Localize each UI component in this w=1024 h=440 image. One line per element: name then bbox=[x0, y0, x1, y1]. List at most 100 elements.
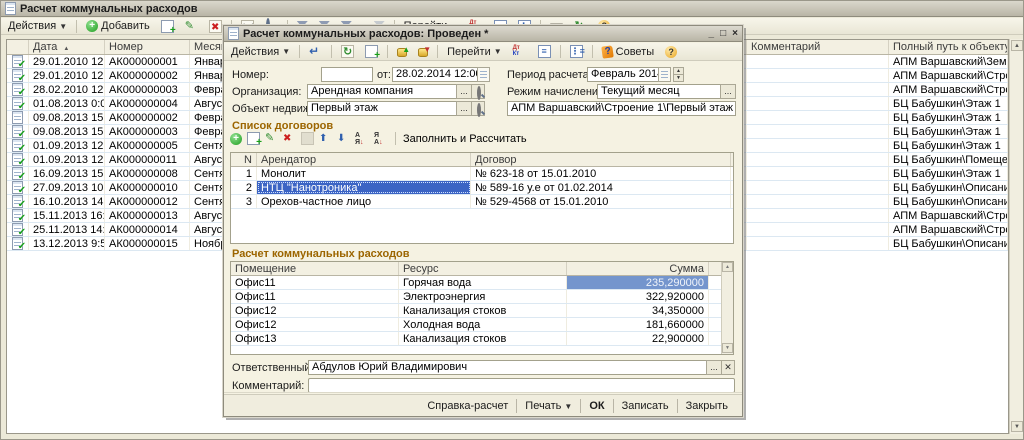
dialog-goto-menu-button[interactable]: Перейти▼ bbox=[443, 44, 506, 59]
print-menu-button[interactable]: Печать ▼ bbox=[517, 398, 580, 414]
cell-number: АК000000008 bbox=[105, 167, 190, 180]
cell-sum: 235,290000 bbox=[567, 276, 709, 289]
number-field[interactable] bbox=[321, 67, 373, 82]
calc-row[interactable]: Офис12 Канализация стоков 34,350000 bbox=[231, 304, 733, 318]
lookup-magnifier-icon[interactable] bbox=[471, 84, 485, 99]
move-down-icon[interactable]: ⬇ bbox=[337, 132, 350, 145]
lookup-magnifier-icon[interactable] bbox=[471, 101, 485, 116]
dialog-titlebar[interactable]: Расчет коммунальных расходов: Проведен *… bbox=[224, 26, 742, 42]
add-button[interactable]: +Добавить bbox=[82, 19, 154, 34]
unpost-icon bbox=[418, 48, 428, 57]
close-icon[interactable]: × bbox=[732, 27, 738, 41]
period-field[interactable]: Февраль 2014 bbox=[587, 67, 659, 82]
ok-button[interactable]: ОК bbox=[581, 398, 612, 414]
post-button[interactable] bbox=[393, 44, 411, 59]
posted-doc-icon: ✔ bbox=[7, 181, 29, 194]
ellipsis-button[interactable]: ... bbox=[720, 84, 736, 99]
close-button[interactable]: Закрыть bbox=[678, 398, 736, 414]
vertical-scrollbar[interactable]: ▲ ▼ bbox=[1009, 39, 1023, 434]
column-sum[interactable]: Сумма bbox=[567, 262, 709, 275]
mode-field[interactable]: Текущий месяц bbox=[597, 84, 721, 99]
cell-comment bbox=[747, 153, 889, 166]
sort-asc-icon[interactable]: АЯ↓ bbox=[355, 132, 369, 145]
cell-number: АК000000010 bbox=[105, 181, 190, 194]
chevron-down-icon: ▼ bbox=[494, 47, 502, 56]
maximize-icon[interactable]: □ bbox=[720, 27, 726, 41]
dialog-actions-menu-button[interactable]: Действия▼ bbox=[227, 44, 294, 59]
column-icon[interactable] bbox=[7, 40, 29, 54]
calc-row[interactable]: Офис13 Канализация стоков 22,900000 bbox=[231, 332, 733, 346]
cell-comment bbox=[747, 237, 889, 250]
cell-date: 09.08.2013 15:45:52 bbox=[29, 111, 105, 124]
scroll-down-icon[interactable]: ▼ bbox=[722, 343, 733, 353]
cell-number: АК000000004 bbox=[105, 97, 190, 110]
reread-icon: ↵ bbox=[309, 45, 322, 58]
spin-up-icon[interactable]: ▲ bbox=[674, 68, 683, 75]
contracts-section-title: Список договоров bbox=[232, 120, 333, 132]
column-date[interactable]: Дата▲ bbox=[29, 40, 105, 54]
column-resource[interactable]: Ресурс bbox=[399, 262, 567, 275]
edit-row-icon[interactable]: ✎ bbox=[265, 132, 278, 145]
dialog-dtkt-button[interactable]: ДтКт bbox=[509, 44, 531, 59]
property-object-field[interactable]: Первый этаж bbox=[307, 101, 457, 116]
column-number[interactable]: Номер bbox=[105, 40, 190, 54]
unpost-button[interactable] bbox=[414, 44, 432, 59]
organization-field[interactable]: Арендная компания bbox=[307, 84, 457, 99]
dialog-copy-button[interactable] bbox=[361, 44, 382, 59]
contract-row[interactable]: 3 Орехов-частное лицо № 529-4568 от 15.0… bbox=[231, 195, 733, 209]
dialog-report-list-button[interactable]: ≡ bbox=[534, 44, 555, 59]
calc-scrollbar[interactable]: ▲ ▼ bbox=[721, 262, 733, 354]
cell-room: Офис12 bbox=[231, 304, 399, 317]
column-tenant[interactable]: Арендатор bbox=[257, 153, 471, 166]
column-room[interactable]: Помещение bbox=[231, 262, 399, 275]
reread-button[interactable]: ↵ bbox=[305, 44, 326, 59]
cell-sum: 34,350000 bbox=[567, 304, 709, 317]
minimize-icon[interactable]: _ bbox=[709, 27, 715, 41]
cell-path: БЦ Бабушкин\Этаж 1 bbox=[889, 97, 1008, 110]
cell-number: АК000000014 bbox=[105, 223, 190, 236]
period-stepper[interactable]: ▲▼ bbox=[673, 67, 684, 82]
chevron-down-icon: ▼ bbox=[564, 402, 572, 411]
ellipsis-button[interactable]: ... bbox=[456, 101, 472, 116]
calc-row[interactable]: Офис12 Холодная вода 181,660000 bbox=[231, 318, 733, 332]
column-contract[interactable]: Договор bbox=[471, 153, 731, 166]
contract-row[interactable]: 1 Монолит № 623-18 от 15.01.2010 bbox=[231, 167, 733, 181]
spin-down-icon[interactable]: ▼ bbox=[674, 75, 683, 81]
add-row-icon[interactable]: + bbox=[230, 133, 242, 145]
dialog-refresh-button[interactable]: ↻ bbox=[337, 44, 358, 59]
calendar-icon[interactable] bbox=[658, 67, 671, 82]
sort-desc-icon[interactable]: ЯА↓ bbox=[374, 132, 388, 145]
ellipsis-button[interactable]: ... bbox=[456, 84, 472, 99]
copy-row-icon[interactable] bbox=[247, 132, 260, 145]
comment-field[interactable] bbox=[308, 378, 735, 393]
edit-button[interactable]: ✎ bbox=[181, 19, 202, 34]
cell-resource: Канализация стоков bbox=[399, 304, 567, 317]
dialog-structure-button[interactable]: ⋮≡ bbox=[566, 44, 587, 59]
scroll-down-icon[interactable]: ▼ bbox=[1011, 421, 1023, 432]
copy-button[interactable] bbox=[157, 19, 178, 34]
column-path[interactable]: Полный путь к объекту bbox=[889, 40, 1008, 54]
calc-row[interactable]: Офис11 Электроэнергия 322,920000 bbox=[231, 290, 733, 304]
scroll-up-icon[interactable]: ▲ bbox=[1011, 40, 1023, 51]
calendar-icon[interactable] bbox=[477, 67, 490, 82]
ellipsis-button[interactable]: ... bbox=[706, 360, 722, 375]
responsible-field[interactable]: Абдулов Юрий Владимирович bbox=[308, 360, 707, 375]
copy-icon bbox=[365, 45, 378, 58]
contract-row[interactable]: 2 НТЦ "Нанотроника" № 589-16 у.е от 01.0… bbox=[231, 181, 733, 195]
dialog-help-button[interactable]: ? bbox=[661, 44, 681, 59]
fill-and-calculate-button[interactable]: Заполнить и Рассчитать bbox=[403, 133, 527, 145]
move-up-icon[interactable]: ⬆ bbox=[319, 132, 332, 145]
help-calc-button[interactable]: Справка-расчет bbox=[419, 398, 516, 414]
contracts-toolbar: + ✎ ✖ ⬆ ⬇ АЯ↓ ЯА↓ Заполнить и Рассчитать bbox=[230, 132, 527, 145]
calc-row[interactable]: Офис11 Горячая вода 235,290000 bbox=[231, 276, 733, 290]
column-comment[interactable]: Комментарий bbox=[747, 40, 889, 54]
advice-button[interactable]: Советы bbox=[598, 44, 658, 59]
save-button[interactable]: Записать bbox=[614, 398, 677, 414]
date-field[interactable]: 28.02.2014 12:00:00 bbox=[392, 67, 478, 82]
clear-icon[interactable]: ✕ bbox=[721, 360, 735, 375]
column-n[interactable]: N bbox=[231, 153, 257, 166]
actions-menu-button[interactable]: Действия▼ bbox=[4, 19, 71, 34]
advice-book-icon bbox=[601, 45, 614, 58]
delete-row-icon[interactable]: ✖ bbox=[283, 132, 296, 145]
scroll-up-icon[interactable]: ▲ bbox=[722, 262, 733, 272]
